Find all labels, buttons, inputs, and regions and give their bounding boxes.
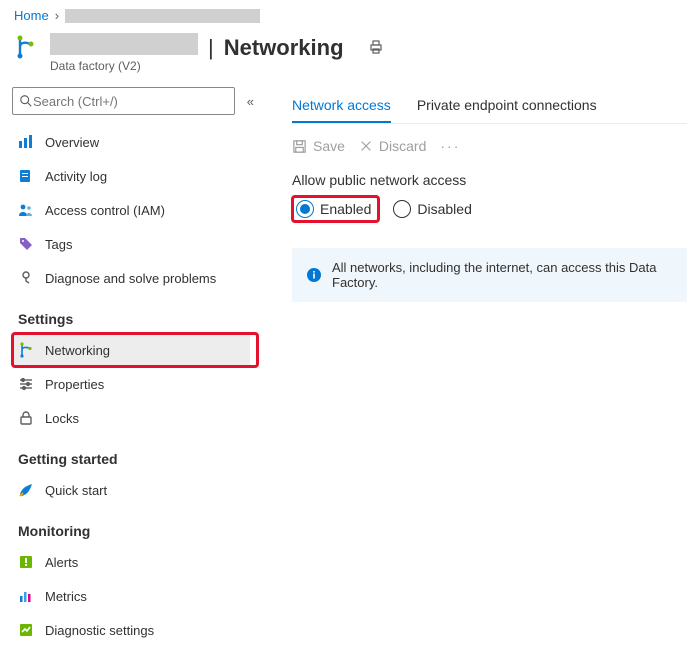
save-button[interactable]: Save [292,138,345,154]
sidebar: « Overview Activity log Access control (… [0,87,266,647]
nav-label: Metrics [45,589,87,604]
search-input[interactable] [33,94,228,109]
nav-label: Alerts [45,555,78,570]
sidebar-item-locks[interactable]: Locks [12,401,258,435]
nav-label: Properties [45,377,104,392]
activity-log-icon [18,168,34,184]
nav-label: Networking [45,343,110,358]
nav-label: Activity log [45,169,107,184]
sidebar-section-settings: Settings [12,295,258,333]
overview-icon [18,134,34,150]
search-input-wrap[interactable] [12,87,235,115]
data-factory-icon [14,34,40,60]
radio-disabled[interactable]: Disabled [393,200,471,218]
tab-private-endpoint[interactable]: Private endpoint connections [417,91,597,123]
tabs: Network access Private endpoint connecti… [292,91,687,124]
page-title: Networking [224,35,344,61]
sidebar-item-quick-start[interactable]: Quick start [12,473,258,507]
tags-icon [18,236,34,252]
lock-icon [18,410,34,426]
save-label: Save [313,138,345,154]
sidebar-section-monitoring: Monitoring [12,507,258,545]
nav-label: Diagnostic settings [45,623,154,638]
metrics-icon [18,588,34,604]
radio-group-public-access: Enabled Disabled [292,196,687,222]
print-icon[interactable] [368,39,384,55]
diagnostic-settings-icon [18,622,34,638]
discard-button[interactable]: Discard [359,138,426,154]
page-header: | Networking [0,27,697,61]
quick-start-icon [18,482,34,498]
radio-dot-icon [393,200,411,218]
sidebar-item-diagnose[interactable]: Diagnose and solve problems [12,261,258,295]
info-icon [306,267,322,283]
discard-label: Discard [379,138,426,154]
sidebar-item-properties[interactable]: Properties [12,367,258,401]
info-banner: All networks, including the internet, ca… [292,248,687,302]
sidebar-item-access-control[interactable]: Access control (IAM) [12,193,258,227]
sidebar-section-getting-started: Getting started [12,435,258,473]
info-text: All networks, including the internet, ca… [332,260,673,290]
breadcrumb-resource-placeholder [65,9,260,23]
nav-label: Overview [45,135,99,150]
diagnose-icon [18,270,34,286]
radio-label: Enabled [320,201,371,217]
access-control-icon [18,202,34,218]
alerts-icon [18,554,34,570]
sidebar-item-diagnostic-settings[interactable]: Diagnostic settings [12,613,258,647]
radio-dot-icon [296,200,314,218]
networking-icon [18,342,34,358]
radio-label: Disabled [417,201,471,217]
main-panel: Network access Private endpoint connecti… [266,87,697,647]
discard-icon [359,139,373,153]
field-label-public-access: Allow public network access [292,172,687,188]
sidebar-item-alerts[interactable]: Alerts [12,545,258,579]
sidebar-item-networking[interactable]: Networking [12,333,250,367]
collapse-sidebar-button[interactable]: « [243,90,258,113]
nav-label: Access control (IAM) [45,203,165,218]
breadcrumb: Home › [0,0,697,27]
sidebar-item-activity-log[interactable]: Activity log [12,159,258,193]
search-icon [19,94,33,108]
nav-label: Quick start [45,483,107,498]
radio-enabled[interactable]: Enabled [296,200,371,218]
sidebar-item-metrics[interactable]: Metrics [12,579,258,613]
properties-icon [18,376,34,392]
sidebar-item-tags[interactable]: Tags [12,227,258,261]
save-icon [292,139,307,154]
title-separator: | [208,35,214,61]
nav-label: Diagnose and solve problems [45,271,216,286]
tab-network-access[interactable]: Network access [292,91,391,123]
chevron-right-icon: › [55,8,59,23]
nav-label: Tags [45,237,72,252]
resource-name-placeholder [50,33,198,55]
toolbar: Save Discard ··· [292,124,687,172]
more-button[interactable]: ··· [440,138,460,154]
nav-label: Locks [45,411,79,426]
breadcrumb-home[interactable]: Home [14,8,49,23]
resource-type-label: Data factory (V2) [50,59,697,73]
sidebar-item-overview[interactable]: Overview [12,125,258,159]
